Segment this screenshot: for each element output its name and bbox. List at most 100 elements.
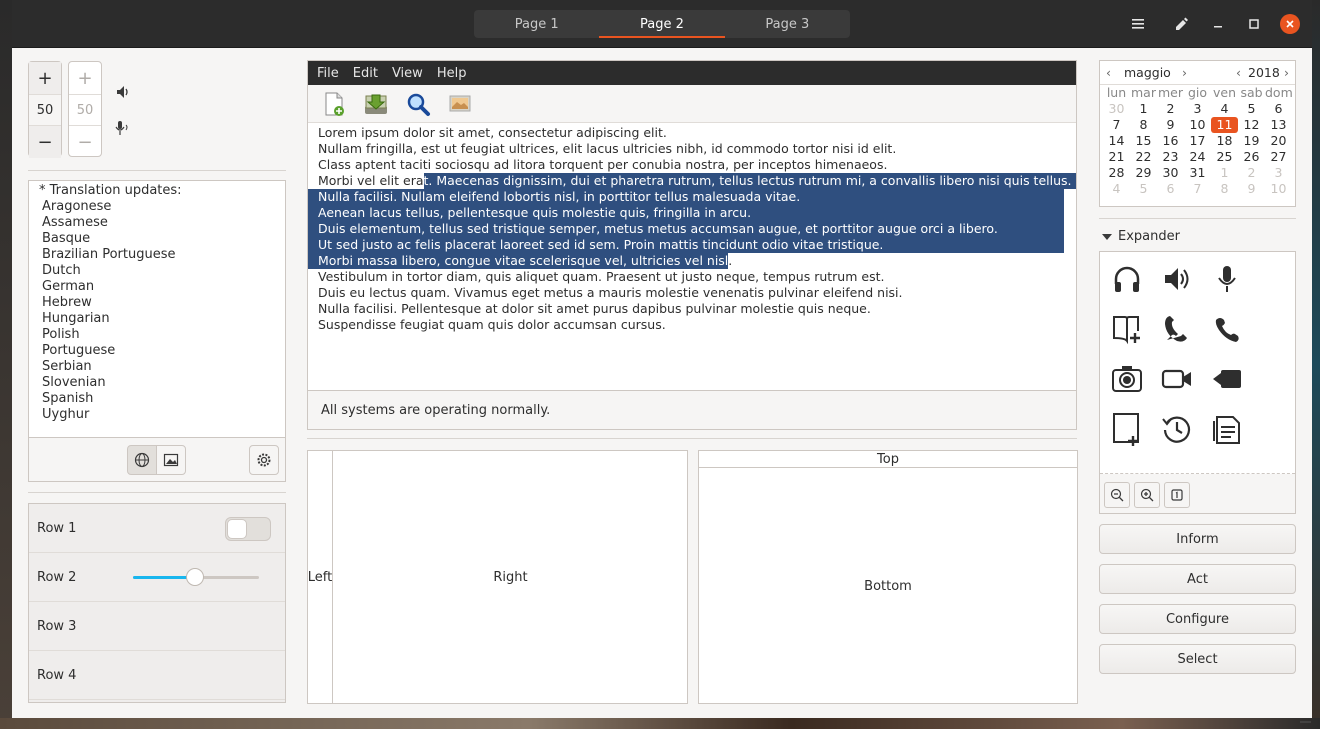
- list-item[interactable]: Hungarian: [29, 311, 285, 327]
- calendar-day[interactable]: 27: [1265, 149, 1292, 165]
- toggle-switch[interactable]: [225, 517, 271, 541]
- notes-icon[interactable]: [1210, 412, 1244, 446]
- spin-decrement-button[interactable]: −: [29, 126, 61, 158]
- pen-icon[interactable]: [1169, 12, 1193, 36]
- calendar-day[interactable]: 5: [1238, 101, 1265, 117]
- media-record-icon[interactable]: [1210, 362, 1244, 396]
- list-item[interactable]: Slovenian: [29, 375, 285, 391]
- calendar-day[interactable]: 9: [1157, 117, 1184, 133]
- calendar-day[interactable]: 20: [1265, 133, 1292, 149]
- document-new-icon[interactable]: [1110, 412, 1144, 446]
- calendar-day[interactable]: 13: [1265, 117, 1292, 133]
- tab-page-3[interactable]: Page 3: [725, 10, 850, 38]
- calendar-day[interactable]: 14: [1103, 133, 1130, 149]
- calendar-day[interactable]: 30: [1157, 165, 1184, 181]
- expander[interactable]: Expander: [1102, 229, 1180, 244]
- globe-icon[interactable]: [127, 445, 157, 475]
- list-row-3[interactable]: Row 3: [29, 602, 285, 651]
- partial-icon[interactable]: [1160, 462, 1194, 473]
- volume-icon[interactable]: [115, 84, 131, 104]
- text-view[interactable]: Lorem ipsum dolor sit amet, consectetur …: [308, 123, 1076, 391]
- microphone-sensitivity-icon[interactable]: [114, 119, 132, 141]
- calendar-day[interactable]: 26: [1238, 149, 1265, 165]
- calendar-day[interactable]: 17: [1184, 133, 1211, 149]
- calendar-day[interactable]: 4: [1103, 181, 1130, 197]
- calendar-day[interactable]: 31: [1184, 165, 1211, 181]
- resize-grip-icon[interactable]: [1300, 712, 1312, 727]
- calendar-day[interactable]: 2: [1238, 165, 1265, 181]
- act-button[interactable]: Act: [1099, 564, 1296, 594]
- calendar-day[interactable]: 1: [1211, 165, 1238, 181]
- menu-view[interactable]: View: [385, 66, 430, 81]
- speaker-icon[interactable]: [1160, 262, 1194, 296]
- calendar-day[interactable]: 6: [1157, 181, 1184, 197]
- spin-value[interactable]: 50: [29, 94, 61, 126]
- calendar-day[interactable]: 8: [1130, 117, 1157, 133]
- calendar-day[interactable]: 4: [1211, 101, 1238, 117]
- menu-edit[interactable]: Edit: [346, 66, 385, 81]
- configure-button[interactable]: Configure: [1099, 604, 1296, 634]
- list-item[interactable]: German: [29, 279, 285, 295]
- list-item[interactable]: Portuguese: [29, 343, 285, 359]
- save-download-icon[interactable]: [362, 90, 390, 118]
- calendar-day[interactable]: 16: [1157, 133, 1184, 149]
- row-slider[interactable]: [133, 568, 259, 586]
- calendar-day[interactable]: 30: [1103, 101, 1130, 117]
- list-item[interactable]: Polish: [29, 327, 285, 343]
- menu-file[interactable]: File: [310, 66, 346, 81]
- calendar-day[interactable]: 28: [1103, 165, 1130, 181]
- calendar-day[interactable]: 8: [1211, 181, 1238, 197]
- calendar-day[interactable]: 5: [1130, 181, 1157, 197]
- tab-page-2[interactable]: Page 2: [599, 10, 725, 38]
- select-button[interactable]: Select: [1099, 644, 1296, 674]
- address-book-add-icon[interactable]: [1110, 312, 1144, 346]
- calendar-day[interactable]: 15: [1130, 133, 1157, 149]
- partial-icon[interactable]: [1110, 462, 1144, 473]
- partial-icon[interactable]: [1210, 462, 1244, 473]
- calendar-day[interactable]: 18: [1211, 133, 1238, 149]
- list-item[interactable]: Hebrew: [29, 295, 285, 311]
- calendar-day[interactable]: 29: [1130, 165, 1157, 181]
- prev-year-icon[interactable]: ‹: [1236, 65, 1241, 80]
- hangup-icon[interactable]: [1210, 312, 1244, 346]
- next-month-icon[interactable]: ›: [1182, 65, 1187, 80]
- maximize-icon[interactable]: [1242, 12, 1266, 36]
- calendar-day[interactable]: 7: [1184, 181, 1211, 197]
- zoom-original-icon[interactable]: [1164, 482, 1190, 508]
- list-row-4[interactable]: Row 4: [29, 651, 285, 700]
- calendar-day[interactable]: 25: [1211, 149, 1238, 165]
- calendar-day[interactable]: 12: [1238, 117, 1265, 133]
- list-item[interactable]: Uyghur: [29, 407, 285, 423]
- camera-photo-icon[interactable]: [1110, 362, 1144, 396]
- image-icon[interactable]: [156, 445, 186, 475]
- calendar-day[interactable]: 6: [1265, 101, 1292, 117]
- new-document-icon[interactable]: [320, 90, 348, 118]
- calendar-day[interactable]: 9: [1238, 181, 1265, 197]
- prev-month-icon[interactable]: ‹: [1106, 65, 1111, 80]
- calendar-day[interactable]: 19: [1238, 133, 1265, 149]
- headphones-icon[interactable]: [1110, 262, 1144, 296]
- list-item[interactable]: Brazilian Portuguese: [29, 247, 285, 263]
- calendar-day[interactable]: 1: [1130, 101, 1157, 117]
- list-item[interactable]: Serbian: [29, 359, 285, 375]
- minimize-icon[interactable]: [1206, 12, 1230, 36]
- calendar-day[interactable]: 10: [1184, 117, 1211, 133]
- zoom-out-icon[interactable]: [1104, 482, 1130, 508]
- list-item[interactable]: Dutch: [29, 263, 285, 279]
- list-item[interactable]: Aragonese: [29, 199, 285, 215]
- inform-button[interactable]: Inform: [1099, 524, 1296, 554]
- calendar-day[interactable]: 2: [1157, 101, 1184, 117]
- calendar-day[interactable]: 22: [1130, 149, 1157, 165]
- calendar-day-selected[interactable]: 11: [1211, 117, 1238, 133]
- tab-page-1[interactable]: Page 1: [474, 10, 599, 38]
- picture-icon[interactable]: [446, 90, 474, 118]
- list-item[interactable]: Basque: [29, 231, 285, 247]
- search-icon[interactable]: [404, 90, 432, 118]
- calendar-day[interactable]: 3: [1265, 165, 1292, 181]
- zoom-in-icon[interactable]: [1134, 482, 1160, 508]
- menu-help[interactable]: Help: [430, 66, 474, 81]
- calendar-day[interactable]: 10: [1265, 181, 1292, 197]
- list-item[interactable]: Assamese: [29, 215, 285, 231]
- next-year-icon[interactable]: ›: [1284, 65, 1289, 80]
- calendar-day[interactable]: 24: [1184, 149, 1211, 165]
